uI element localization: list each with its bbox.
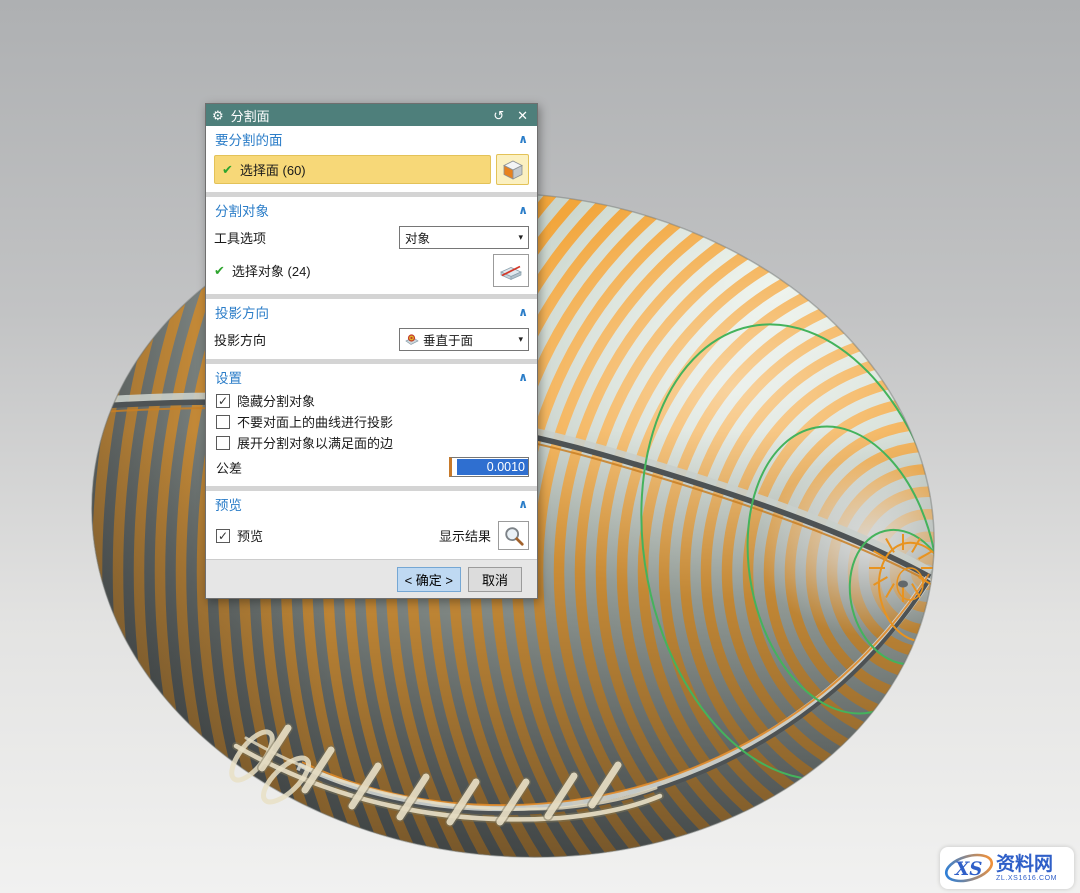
seam-pole-point — [898, 581, 908, 588]
section-title: 投影方向 — [215, 302, 269, 322]
chevron-up-icon[interactable]: ∧ — [518, 497, 528, 511]
normal-to-face-icon — [405, 333, 419, 345]
watermark-badge: XS 资料网 ZL.XS1616.COM — [940, 847, 1074, 889]
tolerance-value: 0.0010 — [457, 459, 528, 475]
select-face-row[interactable]: ✔ 选择面 (60) — [214, 155, 491, 184]
caret-down-icon: ▾ — [518, 334, 523, 345]
green-check-icon: ✔ — [222, 162, 233, 178]
section-faces-to-divide: 要分割的面 ∧ ✔ 选择面 (60) — [206, 126, 537, 192]
ok-button[interactable]: < 确定 > — [397, 567, 461, 592]
watermark-name: 资料网 — [996, 855, 1057, 874]
option-hide-divide-object[interactable]: ✓ 隐藏分割对象 — [206, 390, 537, 411]
tolerance-input[interactable]: 0.0010 — [449, 457, 529, 477]
section-projection: 投影方向 ∧ 投影方向 垂直于面 ▾ — [206, 299, 537, 359]
green-check-icon: ✔ — [214, 263, 225, 279]
section-preview: 预览 ∧ ✓ 预览 显示结果 — [206, 491, 537, 559]
divide-object-button[interactable] — [493, 254, 529, 287]
section-title: 设置 — [215, 367, 242, 387]
application-window: ⚙ 分割面 ↺ ✕ 要分割的面 ∧ ✔ 选择面 (60) — [0, 0, 1080, 893]
option-label: 不要对面上的曲线进行投影 — [237, 412, 393, 431]
section-title: 预览 — [215, 494, 242, 514]
projection-direction-select[interactable]: 垂直于面 ▾ — [399, 328, 529, 351]
face-rule-button[interactable] — [496, 154, 529, 185]
checkbox-unchecked[interactable] — [216, 436, 230, 450]
chevron-up-icon[interactable]: ∧ — [518, 370, 528, 384]
tool-option-label: 工具选项 — [214, 228, 399, 247]
option-extend-divide-object[interactable]: 展开分割对象以满足面的边 — [206, 432, 537, 453]
chevron-up-icon[interactable]: ∧ — [518, 305, 528, 319]
tool-option-select[interactable]: 对象 ▾ — [399, 226, 529, 249]
preview-label: 预览 — [237, 526, 263, 545]
viewport-3d-model[interactable] — [0, 0, 1080, 893]
reset-icon[interactable]: ↺ — [490, 109, 507, 122]
checkbox-checked[interactable]: ✓ — [216, 394, 230, 408]
chevron-up-icon[interactable]: ∧ — [518, 203, 528, 217]
select-face-label: 选择面 (60) — [240, 160, 306, 179]
caret-down-icon: ▾ — [518, 232, 523, 243]
dialog-title: 分割面 — [231, 106, 270, 125]
divide-face-icon — [498, 259, 524, 283]
section-header-settings[interactable]: 设置 ∧ — [206, 364, 537, 390]
show-result-label: 显示结果 — [439, 526, 491, 545]
magnifier-icon — [503, 525, 525, 547]
projection-direction-value: 垂直于面 — [423, 330, 514, 349]
divide-face-dialog: ⚙ 分割面 ↺ ✕ 要分割的面 ∧ ✔ 选择面 (60) — [205, 103, 538, 599]
checkbox-unchecked[interactable] — [216, 415, 230, 429]
projection-direction-label: 投影方向 — [214, 330, 399, 349]
cube-icon — [501, 158, 525, 182]
option-label: 隐藏分割对象 — [237, 391, 315, 410]
option-label: 展开分割对象以满足面的边 — [237, 433, 393, 452]
cancel-button[interactable]: 取消 — [468, 567, 522, 592]
select-object-label: 选择对象 (24) — [232, 261, 311, 280]
section-title: 要分割的面 — [215, 129, 283, 149]
checkbox-preview[interactable]: ✓ — [216, 529, 230, 543]
section-settings: 设置 ∧ ✓ 隐藏分割对象 不要对面上的曲线进行投影 展开分割对象以满足面的边 … — [206, 364, 537, 486]
dialog-titlebar[interactable]: ⚙ 分割面 ↺ ✕ — [206, 104, 537, 126]
section-title: 分割对象 — [215, 200, 269, 220]
section-header-divide-object[interactable]: 分割对象 ∧ — [206, 197, 537, 223]
tool-option-value: 对象 — [405, 228, 514, 247]
watermark-url: ZL.XS1616.COM — [996, 875, 1057, 882]
xs-logo: XS — [943, 849, 995, 887]
section-header-faces[interactable]: 要分割的面 ∧ — [206, 126, 537, 152]
section-header-projection[interactable]: 投影方向 ∧ — [206, 299, 537, 325]
option-no-project-curves[interactable]: 不要对面上的曲线进行投影 — [206, 411, 537, 432]
section-header-preview[interactable]: 预览 ∧ — [206, 491, 537, 517]
dialog-footer: < 确定 > 取消 — [206, 559, 537, 598]
show-result-button[interactable] — [498, 521, 529, 550]
gear-icon: ⚙ — [212, 109, 224, 122]
logo-text: XS — [954, 859, 982, 880]
close-icon[interactable]: ✕ — [514, 109, 531, 122]
tolerance-label: 公差 — [216, 458, 449, 477]
chevron-up-icon[interactable]: ∧ — [518, 132, 528, 146]
football-body — [0, 0, 1080, 893]
section-divide-object: 分割对象 ∧ 工具选项 对象 ▾ ✔ 选择对象 (24) — [206, 197, 537, 294]
